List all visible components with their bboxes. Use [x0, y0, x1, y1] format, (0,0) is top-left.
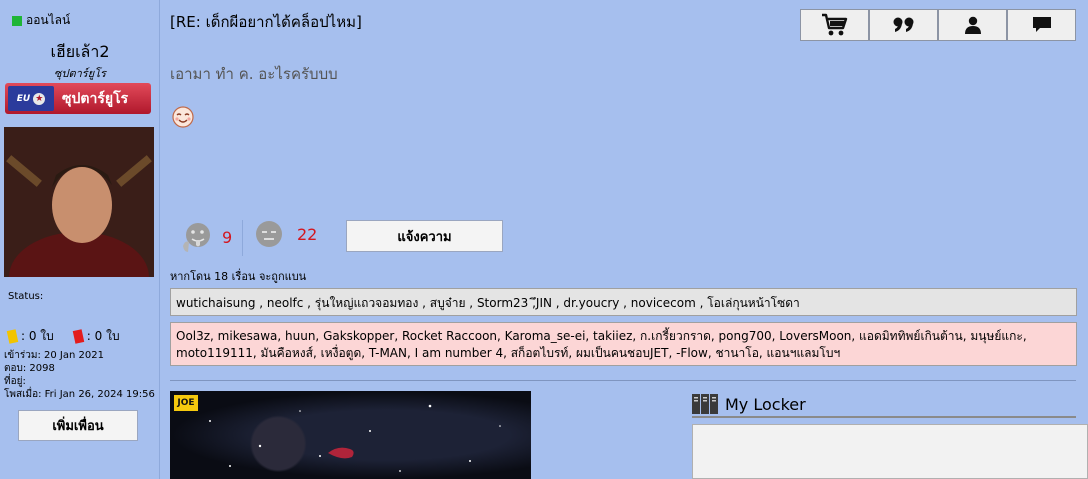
profile-icon	[964, 16, 981, 34]
cart-icon	[821, 13, 847, 36]
likers-list[interactable]: wutichaisung , neolfc , รุ่นใหญ่แถวจอมทอ…	[170, 288, 1077, 316]
avatar-image	[4, 127, 154, 277]
username[interactable]: เฮียเล้า2	[0, 40, 160, 65]
reaction-divider	[242, 220, 243, 256]
online-label: ออนไลน์	[26, 13, 71, 27]
eu-logo-text: EU	[16, 93, 31, 104]
red-card-count: : 0 ใบ	[86, 329, 120, 343]
locker-icon	[692, 394, 718, 414]
message-button[interactable]	[1007, 9, 1076, 41]
yellow-card-icon	[6, 329, 19, 344]
post-toolbar	[800, 9, 1076, 41]
add-friend-button[interactable]: เพิ่มเพื่อน	[18, 410, 138, 441]
quote-icon	[893, 17, 913, 32]
user-sidebar: ออนไลน์ เฮียเล้า2 ซุปตาร์ยูโร EU ★ ซุปตา…	[0, 0, 160, 479]
locker-header: My Locker	[692, 392, 1076, 418]
red-card-icon	[72, 329, 85, 344]
signature-image: JOE	[170, 391, 531, 479]
space-scene-image	[209, 404, 501, 472]
like-count: 9	[222, 227, 233, 247]
status-label: Status:	[8, 291, 44, 302]
ban-warning: หากโดน 18 เรื่อน จะถูกแบน	[170, 270, 307, 283]
dislike-count: 22	[297, 224, 318, 244]
cart-button[interactable]	[800, 9, 869, 41]
rank-badge: EU ★ ซุปตาร์ยูโร	[5, 83, 151, 114]
rank-label: ซุปตาร์ยูโร	[62, 90, 129, 107]
annoyed-face-icon	[256, 221, 282, 247]
online-indicator-icon	[12, 15, 22, 26]
signature-badge: JOE	[174, 395, 198, 411]
signature-divider	[170, 380, 1076, 381]
user-title: ซุปตาร์ยูโร	[54, 67, 106, 80]
post-title: [RE: เด็กผีอยากได้คล็อปไหม]	[170, 13, 362, 31]
dislikers-list[interactable]: Ool3z, mikesawa, huun, Gakskopper, Rocke…	[170, 322, 1077, 366]
quote-button[interactable]	[869, 9, 938, 41]
locker-panel	[692, 424, 1088, 479]
post-body: เอามา ทำ ค. อะไรครับบบ	[170, 65, 338, 83]
profile-button[interactable]	[938, 9, 1007, 41]
report-button[interactable]: แจ้งความ	[346, 220, 503, 252]
smiley-emoji-icon	[172, 106, 194, 128]
message-icon	[1032, 17, 1051, 32]
locker-title: My Locker	[725, 394, 806, 414]
post-time: โพสเมื่อ: Fri Jan 26, 2024 19:56	[4, 389, 155, 400]
eu-logo-icon: EU ★	[8, 86, 54, 111]
card-counts: : 0 ใบ : 0 ใบ	[6, 327, 120, 346]
online-status: ออนไลน์	[12, 11, 70, 30]
yellow-card-count: : 0 ใบ	[21, 329, 54, 343]
avatar[interactable]	[4, 127, 154, 277]
dislike-reaction[interactable]: 22	[255, 220, 317, 248]
like-reaction[interactable]: 9	[180, 220, 232, 254]
tongue-face-icon	[183, 223, 210, 252]
star-icon: ★	[33, 92, 46, 105]
